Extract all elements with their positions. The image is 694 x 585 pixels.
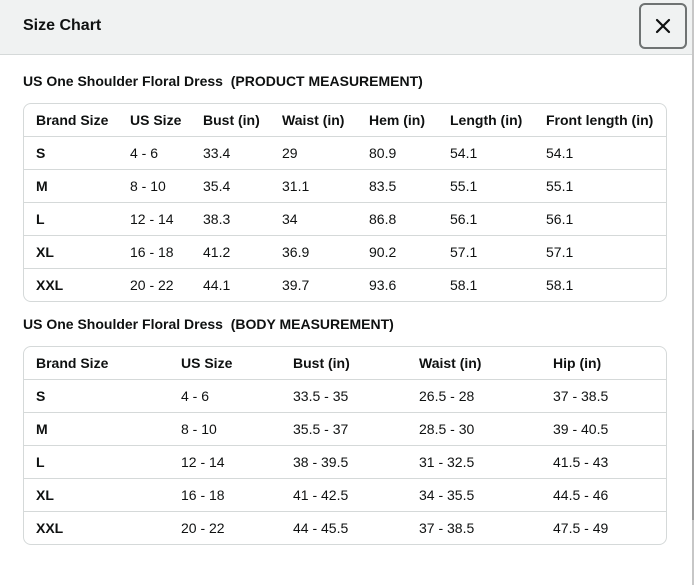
table-cell: 16 - 18 bbox=[169, 478, 281, 512]
table-cell: 80.9 bbox=[357, 136, 438, 170]
table-cell: 33.4 bbox=[191, 136, 270, 170]
table-cell: 57.1 bbox=[534, 235, 666, 269]
table-cell: 26.5 - 28 bbox=[407, 379, 541, 413]
table-cell: 31 - 32.5 bbox=[407, 445, 541, 479]
table-cell: 33.5 - 35 bbox=[281, 379, 407, 413]
table-header-row: Brand Size US Size Bust (in) Waist (in) … bbox=[24, 347, 666, 380]
table-cell: 90.2 bbox=[357, 235, 438, 269]
table-cell: S bbox=[24, 136, 118, 170]
table-cell: 44.1 bbox=[203, 277, 231, 293]
table-cell: 83.5 bbox=[357, 169, 438, 203]
table-cell: XXL bbox=[36, 277, 64, 293]
column-header: Brand Size bbox=[24, 104, 118, 137]
table-cell: 37 - 38.5 bbox=[419, 520, 475, 536]
table-cell: 28.5 - 30 bbox=[407, 412, 541, 446]
table-cell: 93.6 bbox=[369, 277, 397, 293]
table-cell: 34 bbox=[270, 202, 357, 236]
dialog-title: Size Chart bbox=[23, 17, 102, 34]
column-header: Waist (in) bbox=[270, 104, 357, 137]
table-cell: M bbox=[24, 412, 169, 446]
table-cell: 47.5 - 49 bbox=[553, 520, 609, 536]
table-cell: XL bbox=[24, 478, 169, 512]
table-cell: 36.9 bbox=[270, 235, 357, 269]
table-row: XXL 20 - 22 44.1 39.7 93.6 58.1 58.1 bbox=[24, 269, 666, 302]
table-cell: XL bbox=[24, 235, 118, 269]
table-row: XL 16 - 18 41.2 36.9 90.2 57.1 57.1 bbox=[24, 235, 666, 269]
table-cell: 56.1 bbox=[438, 202, 534, 236]
column-header: Bust (in) bbox=[281, 347, 407, 380]
table-cell: 38 - 39.5 bbox=[281, 445, 407, 479]
column-header: Front length (in) bbox=[534, 104, 666, 137]
table-cell: 44 - 45.5 bbox=[293, 520, 349, 536]
table-row: XL 16 - 18 41 - 42.5 34 - 35.5 44.5 - 46 bbox=[24, 478, 666, 512]
table-cell: 12 - 14 bbox=[169, 445, 281, 479]
table-cell: 31.1 bbox=[270, 169, 357, 203]
column-header: Brand Size bbox=[24, 347, 169, 380]
table-row: S 4 - 6 33.4 29 80.9 54.1 54.1 bbox=[24, 136, 666, 170]
table-cell: 39.7 bbox=[282, 277, 310, 293]
product-measurement-table: Brand Size US Size Bust (in) Waist (in) … bbox=[23, 103, 667, 302]
table-cell: 54.1 bbox=[534, 136, 666, 170]
table-cell: 8 - 10 bbox=[169, 412, 281, 446]
close-icon bbox=[655, 18, 671, 34]
table-cell: 34 - 35.5 bbox=[407, 478, 541, 512]
table-cell: 39 - 40.5 bbox=[541, 412, 666, 446]
table-cell: 41 - 42.5 bbox=[281, 478, 407, 512]
table-cell: 41.2 bbox=[191, 235, 270, 269]
table-cell: 58.1 bbox=[450, 277, 478, 293]
table-cell: 56.1 bbox=[534, 202, 666, 236]
table-cell: 44.5 - 46 bbox=[541, 478, 666, 512]
column-header: US Size bbox=[118, 104, 191, 137]
table-row: M 8 - 10 35.5 - 37 28.5 - 30 39 - 40.5 bbox=[24, 412, 666, 446]
table-cell: 58.1 bbox=[546, 277, 574, 293]
table-cell: 54.1 bbox=[438, 136, 534, 170]
table-cell: S bbox=[24, 379, 169, 413]
column-header: Bust (in) bbox=[191, 104, 270, 137]
table-cell: 20 - 22 bbox=[130, 277, 174, 293]
table-cell: 4 - 6 bbox=[118, 136, 191, 170]
column-header: US Size bbox=[169, 347, 281, 380]
table-cell: 29 bbox=[270, 136, 357, 170]
table-cell: L bbox=[24, 202, 118, 236]
body-measurement-title: US One Shoulder Floral Dress (BODY MEASU… bbox=[23, 316, 394, 332]
table-cell: 86.8 bbox=[357, 202, 438, 236]
column-header: Length (in) bbox=[438, 104, 534, 137]
table-cell: 16 - 18 bbox=[118, 235, 191, 269]
table-cell: M bbox=[24, 169, 118, 203]
table-header-row: Brand Size US Size Bust (in) Waist (in) … bbox=[24, 104, 666, 137]
table-row: S 4 - 6 33.5 - 35 26.5 - 28 37 - 38.5 bbox=[24, 379, 666, 413]
table-row: L 12 - 14 38 - 39.5 31 - 32.5 41.5 - 43 bbox=[24, 445, 666, 479]
table-row: L 12 - 14 38.3 34 86.8 56.1 56.1 bbox=[24, 202, 666, 236]
table-cell: 55.1 bbox=[438, 169, 534, 203]
table-cell: 55.1 bbox=[534, 169, 666, 203]
table-cell: 8 - 10 bbox=[118, 169, 191, 203]
table-row: M 8 - 10 35.4 31.1 83.5 55.1 55.1 bbox=[24, 169, 666, 203]
close-button[interactable] bbox=[639, 3, 687, 49]
product-measurement-title: US One Shoulder Floral Dress (PRODUCT ME… bbox=[23, 73, 423, 89]
table-cell: 35.5 - 37 bbox=[281, 412, 407, 446]
column-header: Hem (in) bbox=[357, 104, 438, 137]
table-cell: 38.3 bbox=[191, 202, 270, 236]
table-cell: 35.4 bbox=[191, 169, 270, 203]
body-measurement-table: Brand Size US Size Bust (in) Waist (in) … bbox=[23, 346, 667, 545]
column-header: Hip (in) bbox=[541, 347, 666, 380]
table-row: XXL 20 - 22 44 - 45.5 37 - 38.5 47.5 - 4… bbox=[24, 512, 666, 545]
table-cell: L bbox=[24, 445, 169, 479]
dialog-header: Size Chart bbox=[0, 0, 692, 55]
table-cell: XXL bbox=[36, 520, 64, 536]
table-cell: 57.1 bbox=[438, 235, 534, 269]
table-cell: 4 - 6 bbox=[169, 379, 281, 413]
table-cell: 41.5 - 43 bbox=[541, 445, 666, 479]
table-cell: 12 - 14 bbox=[118, 202, 191, 236]
table-cell: 37 - 38.5 bbox=[541, 379, 666, 413]
column-header: Waist (in) bbox=[407, 347, 541, 380]
table-cell: 20 - 22 bbox=[181, 520, 225, 536]
